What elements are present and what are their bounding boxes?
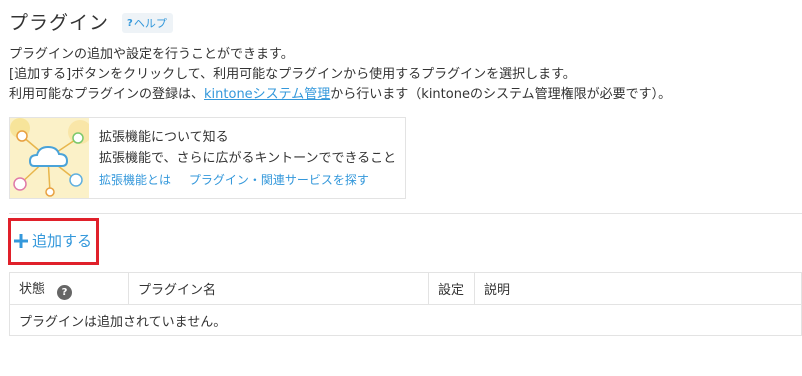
- page-header: プラグイン ? ヘルプ: [9, 8, 173, 35]
- extension-promo-card: 拡張機能について知る 拡張機能で、さらに広がるキントーンでできること 拡張機能と…: [9, 117, 406, 199]
- section-divider: [9, 213, 802, 214]
- description-line-3-suffix: から行います（kintoneのシステム管理権限が必要です）。: [330, 87, 672, 102]
- add-plugin-button[interactable]: 追加する: [13, 230, 92, 251]
- extension-illustration: [10, 118, 89, 198]
- column-description: 説明: [474, 272, 802, 305]
- promo-subheading: 拡張機能で、さらに広がるキントーンでできること: [99, 151, 397, 166]
- column-plugin-name: プラグイン名: [128, 272, 429, 305]
- table-row: プラグインは追加されていません。: [9, 304, 802, 336]
- column-settings: 設定: [428, 272, 475, 305]
- find-plugins-link[interactable]: プラグイン・関連サービスを探す: [189, 173, 369, 187]
- description-line-1: プラグインの追加や設定を行うことができます。: [9, 47, 294, 62]
- promo-links: 拡張機能とは プラグイン・関連サービスを探す: [99, 170, 396, 191]
- help-label: ヘルプ: [133, 17, 167, 30]
- status-help-icon[interactable]: ?: [57, 284, 73, 300]
- description-line-3: 利用可能なプラグインの登録は、kintoneシステム管理から行います（kinto…: [9, 85, 671, 105]
- help-link[interactable]: ? ヘルプ: [122, 13, 173, 33]
- description-line-2: [追加する]ボタンをクリックして、利用可能なプラグインから使用するプラグインを選…: [9, 67, 576, 82]
- column-status-label: 状態: [19, 281, 46, 297]
- cloud-network-icon: [10, 118, 89, 198]
- column-status: 状態?: [9, 272, 129, 305]
- add-plugin-label: 追加する: [32, 232, 93, 250]
- promo-text: 拡張機能について知る 拡張機能で、さらに広がるキントーンでできること 拡張機能と…: [99, 127, 396, 191]
- plus-icon: [14, 233, 28, 248]
- plugin-table: 状態? プラグイン名 設定 説明 プラグインは追加されていません。: [9, 272, 802, 336]
- promo-heading: 拡張機能について知る: [99, 130, 229, 145]
- system-admin-link[interactable]: kintoneシステム管理: [204, 87, 330, 102]
- empty-message: プラグインは追加されていません。: [9, 304, 802, 336]
- description-line-3-prefix: 利用可能なプラグインの登録は、: [9, 87, 205, 102]
- table-header-row: 状態? プラグイン名 設定 説明: [9, 272, 802, 305]
- page-title: プラグイン: [9, 12, 110, 34]
- description: プラグインの追加や設定を行うことができます。 [追加する]ボタンをクリックして、…: [9, 45, 671, 105]
- about-extensions-link[interactable]: 拡張機能とは: [99, 173, 171, 187]
- help-icon: ?: [127, 17, 133, 29]
